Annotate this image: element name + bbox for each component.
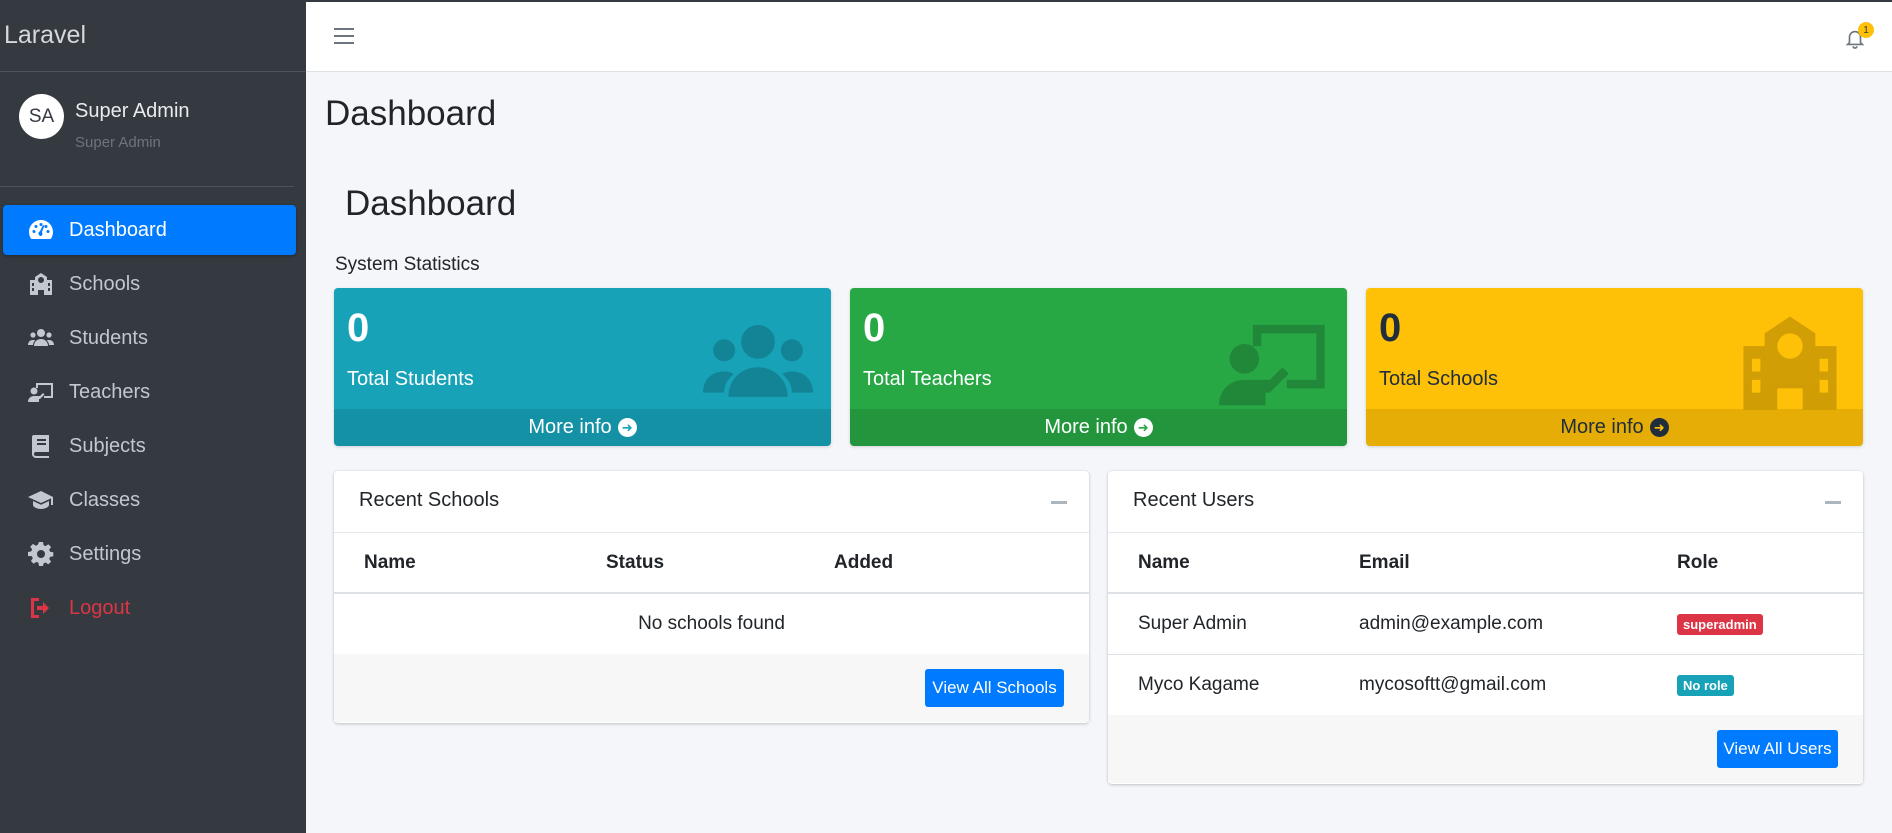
topbar: 1 [306,0,1892,72]
sidebar-nav: Dashboard Schools Students Teachers Subj… [0,205,306,637]
main-content: Dashboard Dashboard System Statistics 0 … [306,72,1892,833]
section-title: Dashboard [345,184,517,223]
stats-label: System Statistics [335,254,480,275]
avatar[interactable]: SA [19,94,64,139]
collapse-icon[interactable] [1825,501,1841,504]
stat-label: Total Schools [1379,368,1498,390]
column-header[interactable]: Email [1329,533,1647,594]
sidebar-item-dashboard[interactable]: Dashboard [3,205,296,255]
table-row: No schools found [334,593,1089,654]
sidebar-item-classes[interactable]: Classes [3,475,296,525]
graduation-cap-icon [27,488,55,512]
more-info-link[interactable]: More info ➜ [1366,409,1863,446]
user-name[interactable]: Super Admin [75,100,190,123]
empty-message: No schools found [638,613,785,634]
card-footer: View All Schools [334,654,1089,722]
sidebar-item-logout[interactable]: Logout [3,583,296,633]
column-header[interactable]: Name [334,533,576,594]
user-email-cell: mycosoftt@gmail.com [1359,673,1547,695]
recent-schools-card: Recent Schools Name Status Added No scho… [334,471,1089,723]
user-email-cell: admin@example.com [1329,593,1647,655]
book-icon [27,434,55,458]
sidebar-item-label: Logout [69,596,131,619]
role-badge: No role [1677,674,1734,696]
card-header: Recent Users [1108,471,1863,533]
stat-value: 0 [863,306,886,350]
card-title: Recent Schools [359,489,500,511]
stat-value: 0 [1379,306,1402,350]
menu-toggle-icon[interactable] [334,28,354,46]
sign-out-icon [27,596,55,620]
more-info-link[interactable]: More info ➜ [334,409,831,446]
sidebar-item-label: Settings [69,542,142,565]
column-header[interactable]: Added [804,533,1089,594]
stat-card-students: 0 Total Students More info ➜ [334,288,831,446]
schools-table: Name Status Added No schools found [334,533,1089,654]
collapse-icon[interactable] [1051,501,1067,504]
stat-label: Total Teachers [863,368,992,390]
stat-card-teachers: 0 Total Teachers More info ➜ [850,288,1347,446]
card-title: Recent Users [1133,489,1255,511]
more-info-label: More info [528,416,612,438]
sidebar-item-subjects[interactable]: Subjects [3,421,296,471]
recent-users-card: Recent Users Name Email Role Super Admin… [1108,471,1863,784]
more-info-link[interactable]: More info ➜ [850,409,1347,446]
user-name-cell: Super Admin [1108,593,1329,655]
users-icon [27,326,55,350]
table-row: Super Admin admin@example.com superadmin [1108,593,1863,655]
sidebar-item-label: Subjects [69,434,146,457]
page-title: Dashboard [325,94,497,133]
sidebar-item-label: Classes [69,488,141,511]
sidebar-item-students[interactable]: Students [3,313,296,363]
table-row: Myco Kagame mycosoftt@gmail.com No role [1108,654,1863,715]
users-icon [703,308,813,418]
sidebar-item-settings[interactable]: Settings [3,529,296,579]
sidebar-item-label: Teachers [69,380,151,403]
card-header: Recent Schools [334,471,1089,533]
sidebar-item-label: Schools [69,272,141,295]
view-all-users-button[interactable]: View All Users [1717,730,1838,768]
brand-logo[interactable]: Laravel [0,0,306,72]
stat-value: 0 [347,306,370,350]
stat-label: Total Students [347,368,474,390]
arrow-circle-right-icon: ➜ [1649,418,1669,437]
user-role: Super Admin [75,134,161,151]
column-header[interactable]: Role [1647,533,1863,594]
users-table: Name Email Role Super Admin admin@exampl… [1108,533,1863,715]
user-role-cell: No role [1647,654,1863,715]
card-footer: View All Users [1108,715,1863,783]
sidebar-item-label: Dashboard [69,218,167,241]
column-header[interactable]: Name [1108,533,1329,594]
school-icon [1735,308,1845,418]
column-header[interactable]: Status [576,533,804,594]
sidebar-item-schools[interactable]: Schools [3,259,296,309]
gear-icon [27,542,55,566]
arrow-circle-right-icon: ➜ [617,418,637,437]
stat-card-schools: 0 Total Schools More info ➜ [1366,288,1863,446]
user-name-cell: Myco Kagame [1138,673,1260,695]
more-info-label: More info [1044,416,1128,438]
sidebar-item-teachers[interactable]: Teachers [3,367,296,417]
more-info-label: More info [1560,416,1644,438]
arrow-circle-right-icon: ➜ [1133,418,1153,437]
view-all-schools-button[interactable]: View All Schools [925,669,1064,707]
school-icon [27,272,55,296]
notifications-button[interactable]: 1 [1844,22,1874,50]
chalkboard-teacher-icon [27,380,55,404]
user-role-cell: superadmin [1647,593,1863,655]
sidebar: Laravel SA Super Admin Super Admin Dashb… [0,0,306,833]
chalkboard-teacher-icon [1219,308,1329,418]
user-panel: SA Super Admin Super Admin [0,72,294,187]
tachometer-icon [27,218,55,242]
role-badge: superadmin [1677,613,1763,635]
sidebar-item-label: Students [69,326,148,349]
notification-badge: 1 [1858,22,1874,38]
